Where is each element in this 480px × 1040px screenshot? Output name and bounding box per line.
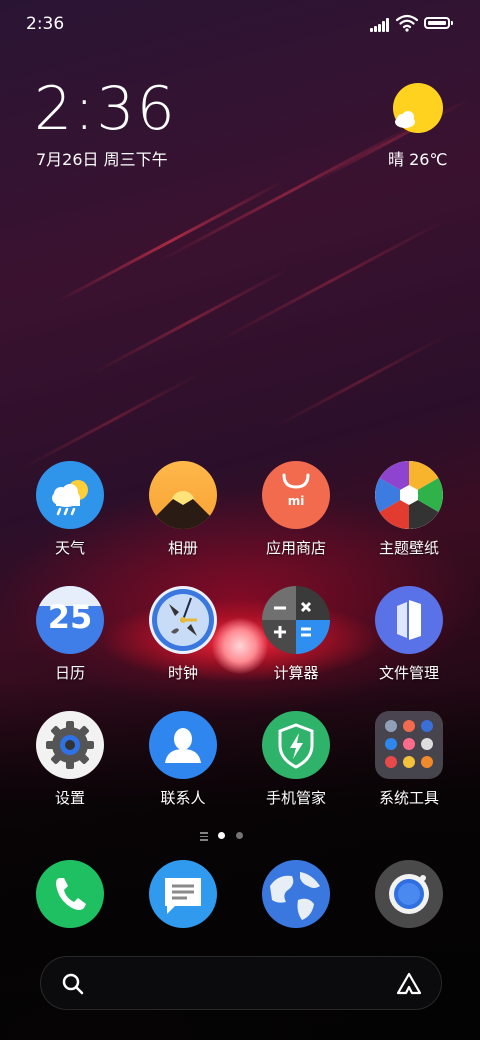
app-label: 相册 [167,539,198,557]
page-dot-active [218,832,225,839]
page-dot [236,832,243,839]
app-label: 时钟 [167,664,198,682]
app-weather[interactable]: 天气 [20,461,120,558]
themes-icon [375,461,443,529]
battery-icon [424,17,453,29]
app-clock[interactable]: 时钟 [133,586,233,683]
app-store-icon: mi [262,461,330,529]
app-gallery[interactable]: 相册 [133,461,233,558]
settings-icon [36,711,104,779]
app-label: 联系人 [160,789,206,807]
weather-icon [36,461,104,529]
clock-icon [149,586,217,654]
camera-icon [375,860,443,928]
messages-icon [149,860,217,928]
dock-camera[interactable] [359,860,459,928]
dock-browser[interactable] [246,860,346,928]
weather-text[interactable]: 晴 26℃ [388,146,447,170]
clock-widget-time[interactable]: 2:36 [34,74,177,144]
app-label: 主题壁纸 [378,539,439,557]
app-label: 计算器 [273,664,319,682]
assistant-icon[interactable] [395,972,423,996]
app-store[interactable]: mi 应用商店 [246,461,346,558]
mi-logo-text: mi [288,494,305,508]
app-label: 文件管理 [378,664,439,682]
all-apps-lines-icon [200,832,208,843]
app-settings[interactable]: 设置 [20,711,120,808]
security-icon [262,711,330,779]
app-file-manager[interactable]: 文件管理 [359,586,459,683]
calendar-icon: 25 [36,586,104,654]
app-contacts[interactable]: 联系人 [133,711,233,808]
folder-system-tools[interactable]: 系统工具 [359,711,459,808]
search-bar[interactable] [40,956,442,1010]
sunny-cloud-icon[interactable] [392,82,444,134]
app-label: 应用商店 [265,539,326,557]
app-label: 日历 [54,664,85,682]
dock-messages[interactable] [133,860,233,928]
dock-phone[interactable] [20,860,120,928]
system-tools-folder-icon [375,711,443,779]
gallery-icon [149,461,217,529]
browser-icon [262,860,330,928]
app-calendar[interactable]: 25 日历 [20,586,120,683]
app-label: 手机管家 [265,789,326,807]
search-icon [62,973,84,995]
app-label: 系统工具 [378,789,439,807]
clock-widget-date[interactable]: 7月26日 周三下午 [36,146,168,170]
app-security[interactable]: 手机管家 [246,711,346,808]
wifi-icon [396,14,418,32]
contacts-icon [149,711,217,779]
app-label: 设置 [54,789,85,807]
file-manager-icon [375,586,443,654]
calendar-day: 25 [47,598,93,636]
app-label: 天气 [54,539,85,557]
status-time: 2:36 [26,14,65,34]
calculator-icon [262,586,330,654]
signal-icon [370,18,392,32]
app-themes[interactable]: 主题壁纸 [359,461,459,558]
phone-icon [36,860,104,928]
page-indicator[interactable] [0,829,480,841]
app-calculator[interactable]: 计算器 [246,586,346,683]
status-bar: 2:36 [0,0,480,50]
